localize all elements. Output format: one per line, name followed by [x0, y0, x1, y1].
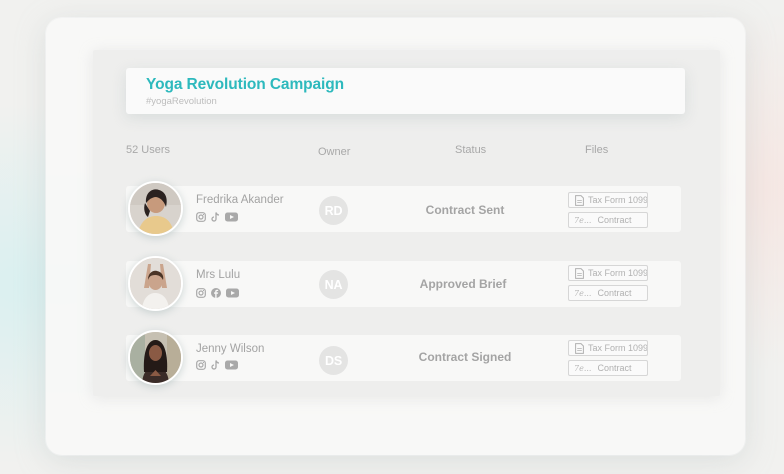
tiktok-icon[interactable] [211, 212, 220, 222]
tax-form-file[interactable]: Tax Form 1099 [568, 192, 648, 208]
tax-form-label: Tax Form 1099 [588, 343, 648, 353]
campaign-header[interactable]: Yoga Revolution Campaign #yogaRevolution [126, 68, 685, 114]
social-links [196, 287, 239, 299]
youtube-icon[interactable] [226, 288, 239, 298]
social-links [196, 211, 238, 223]
contract-file[interactable]: 7e... Contract [568, 212, 648, 228]
tax-form-label: Tax Form 1099 [588, 195, 648, 205]
contract-label: Contract [597, 363, 632, 373]
users-count-header: 52 Users [126, 144, 171, 156]
user-name[interactable]: Fredrika Akander [196, 194, 284, 206]
contract-file[interactable]: 7e... Contract [568, 360, 648, 376]
status-label: Contract Signed [418, 350, 512, 364]
avatar[interactable] [128, 181, 183, 236]
signature-icon: 7e... [574, 288, 592, 298]
campaign-title: Yoga Revolution Campaign [146, 76, 344, 93]
instagram-icon[interactable] [196, 288, 206, 298]
user-name[interactable]: Mrs Lulu [196, 269, 240, 281]
status-label: Contract Sent [425, 203, 505, 217]
document-icon [575, 194, 584, 206]
tax-form-file[interactable]: Tax Form 1099 [568, 265, 648, 281]
signature-icon: 7e... [574, 215, 592, 225]
user-name[interactable]: Jenny Wilson [196, 343, 264, 355]
youtube-icon[interactable] [225, 212, 238, 222]
document-icon [575, 342, 584, 354]
owner-badge[interactable]: NA [319, 270, 348, 299]
contract-file[interactable]: 7e... Contract [568, 285, 648, 301]
document-icon [575, 267, 584, 279]
tax-form-file[interactable]: Tax Form 1099 [568, 340, 648, 356]
owner-column-header[interactable]: Owner [318, 146, 350, 158]
avatar[interactable] [128, 256, 183, 311]
facebook-icon[interactable] [211, 288, 221, 298]
owner-badge[interactable]: DS [319, 346, 348, 375]
contract-label: Contract [597, 215, 632, 225]
campaign-hashtag: #yogaRevolution [146, 96, 217, 107]
tiktok-icon[interactable] [211, 360, 220, 370]
tax-form-label: Tax Form 1099 [588, 268, 648, 278]
social-links [196, 359, 238, 371]
avatar[interactable] [128, 330, 183, 385]
owner-badge[interactable]: RD [319, 196, 348, 225]
instagram-icon[interactable] [196, 212, 206, 222]
signature-icon: 7e... [574, 363, 592, 373]
contract-label: Contract [597, 288, 632, 298]
files-column-header[interactable]: Files [585, 144, 608, 156]
youtube-icon[interactable] [225, 360, 238, 370]
status-column-header[interactable]: Status [455, 144, 486, 156]
instagram-icon[interactable] [196, 360, 206, 370]
status-label: Approved Brief [419, 277, 507, 291]
